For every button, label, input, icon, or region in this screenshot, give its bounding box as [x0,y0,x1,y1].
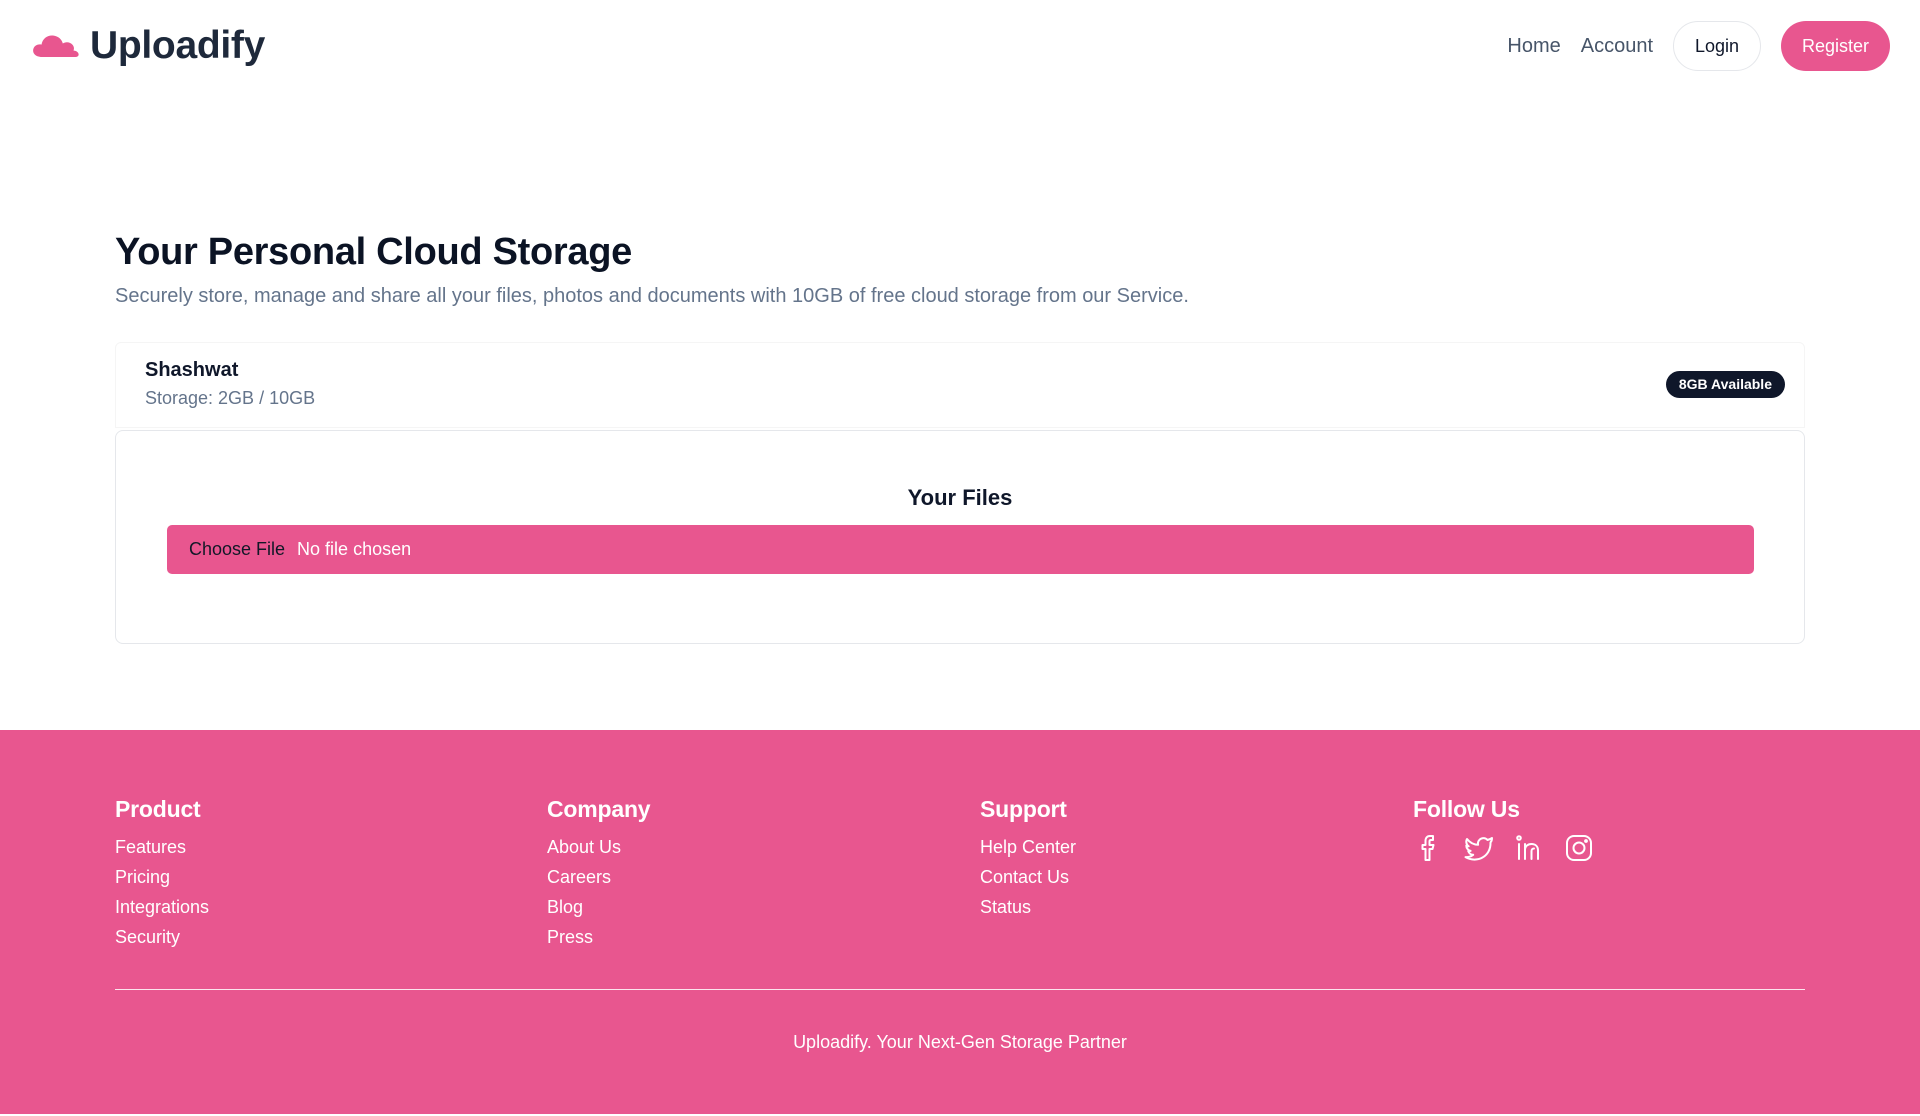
instagram-icon[interactable] [1563,832,1595,864]
footer-link-features[interactable]: Features [115,832,209,862]
linkedin-icon[interactable] [1513,832,1545,864]
nav-account-link[interactable]: Account [1581,35,1653,58]
footer-link-careers[interactable]: Careers [547,862,650,892]
footer-product-heading: Product [115,796,201,822]
files-card: Your Files Choose File No file chosen [115,430,1805,644]
storage-usage: Storage: 2GB / 10GB [145,388,316,408]
brand[interactable]: Uploadify [30,24,265,68]
main-content: Your Personal Cloud Storage Securely sto… [115,228,1805,644]
footer-tagline: Uploadify. Your Next-Gen Storage Partner [793,1032,1127,1052]
footer-link-pricing[interactable]: Pricing [115,862,209,892]
footer-link-integrations[interactable]: Integrations [115,892,209,922]
footer-link-status[interactable]: Status [980,892,1076,922]
footer-support-heading: Support [980,796,1067,822]
login-button[interactable]: Login [1673,21,1761,71]
page-subtitle: Securely store, manage and share all you… [115,285,1189,307]
cloud-icon [33,35,79,57]
footer-link-blog[interactable]: Blog [547,892,650,922]
footer-link-about-us[interactable]: About Us [547,832,650,862]
user-storage-card: Shashwat Storage: 2GB / 10GB 8GB Availab… [115,342,1805,428]
nav-home-link[interactable]: Home [1507,35,1560,58]
page-title: Your Personal Cloud Storage [115,231,632,273]
choose-file-button[interactable]: Choose File [189,539,285,560]
available-storage-badge: 8GB Available [1665,371,1785,398]
footer-support-column: Support Help Center Contact Us Status [980,794,1076,922]
footer-link-press[interactable]: Press [547,922,650,952]
footer-company-column: Company About Us Careers Blog Press [547,794,651,952]
footer-link-contact-us[interactable]: Contact Us [980,862,1076,892]
twitter-icon[interactable] [1463,832,1495,864]
footer-divider [115,989,1805,990]
footer-link-security[interactable]: Security [115,922,209,952]
facebook-icon[interactable] [1413,832,1445,864]
footer-link-help-center[interactable]: Help Center [980,832,1076,862]
footer-company-heading: Company [547,796,651,822]
file-upload-input[interactable]: Choose File No file chosen [167,525,1754,574]
footer-follow-heading: Follow Us [1413,796,1520,822]
main-nav: Home Account Login Register [1507,21,1890,71]
site-header: Uploadify Home Account Login Register [0,0,1920,92]
site-footer: Product Features Pricing Integrations Se… [0,730,1920,1116]
user-name: Shashwat [145,359,239,381]
register-button[interactable]: Register [1781,21,1890,71]
footer-follow-column: Follow Us [1413,794,1595,864]
footer-product-column: Product Features Pricing Integrations Se… [115,794,209,952]
brand-name: Uploadify [90,24,265,67]
file-status-text: No file chosen [297,539,412,559]
files-title: Your Files [907,485,1013,510]
social-links [1413,832,1595,864]
